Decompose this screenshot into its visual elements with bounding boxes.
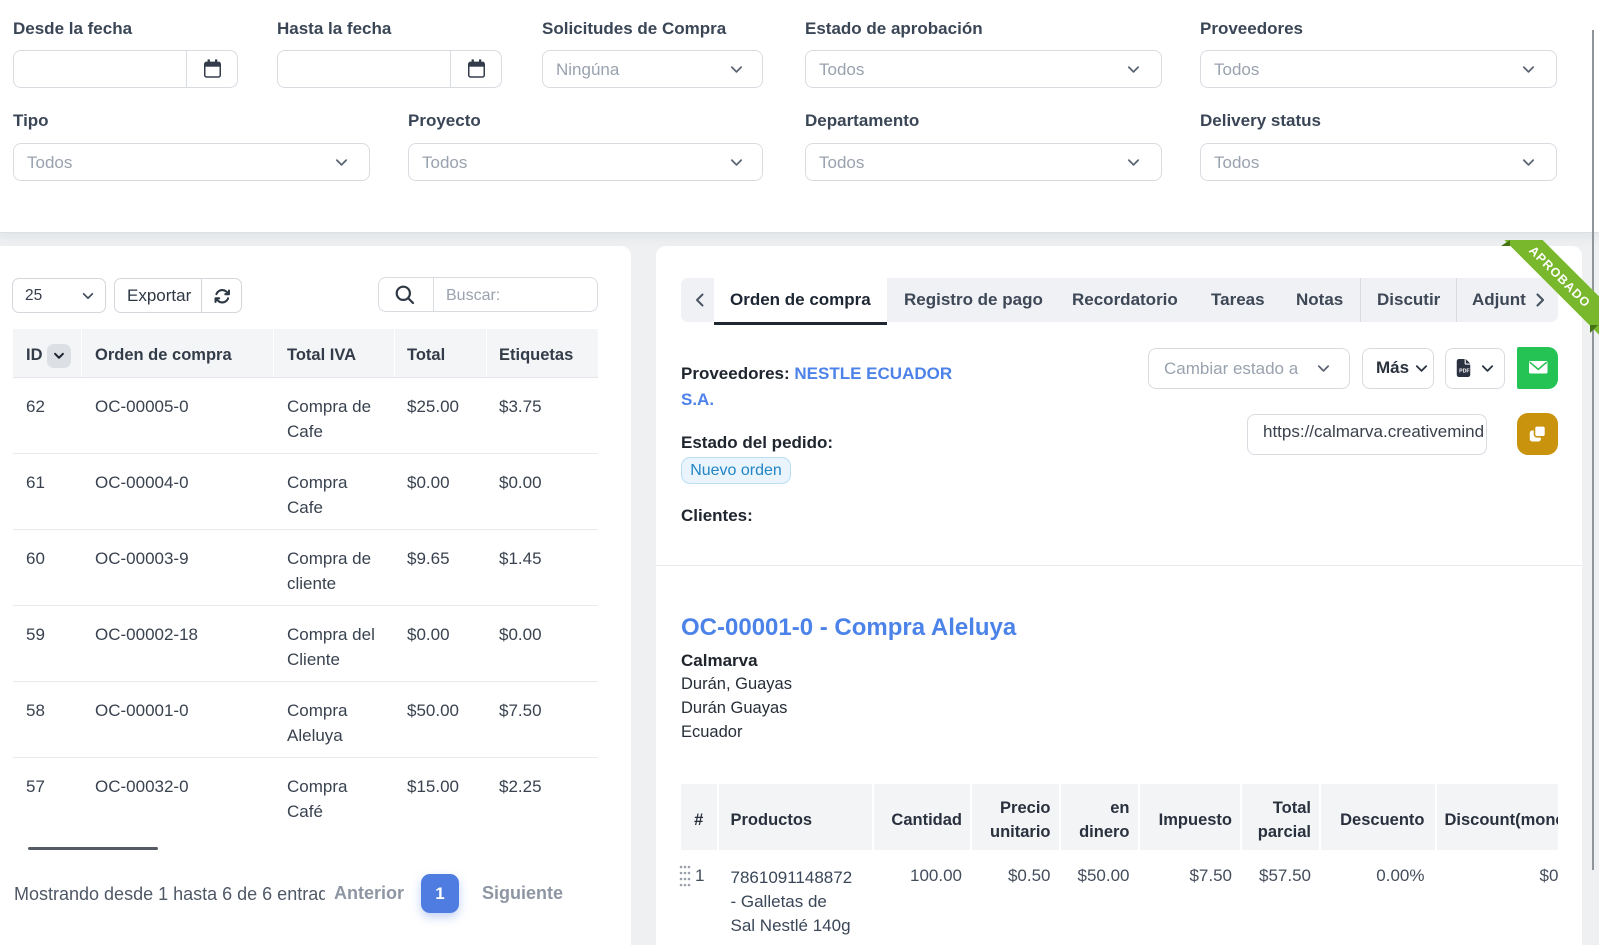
svg-text:PDF: PDF <box>1459 369 1470 375</box>
